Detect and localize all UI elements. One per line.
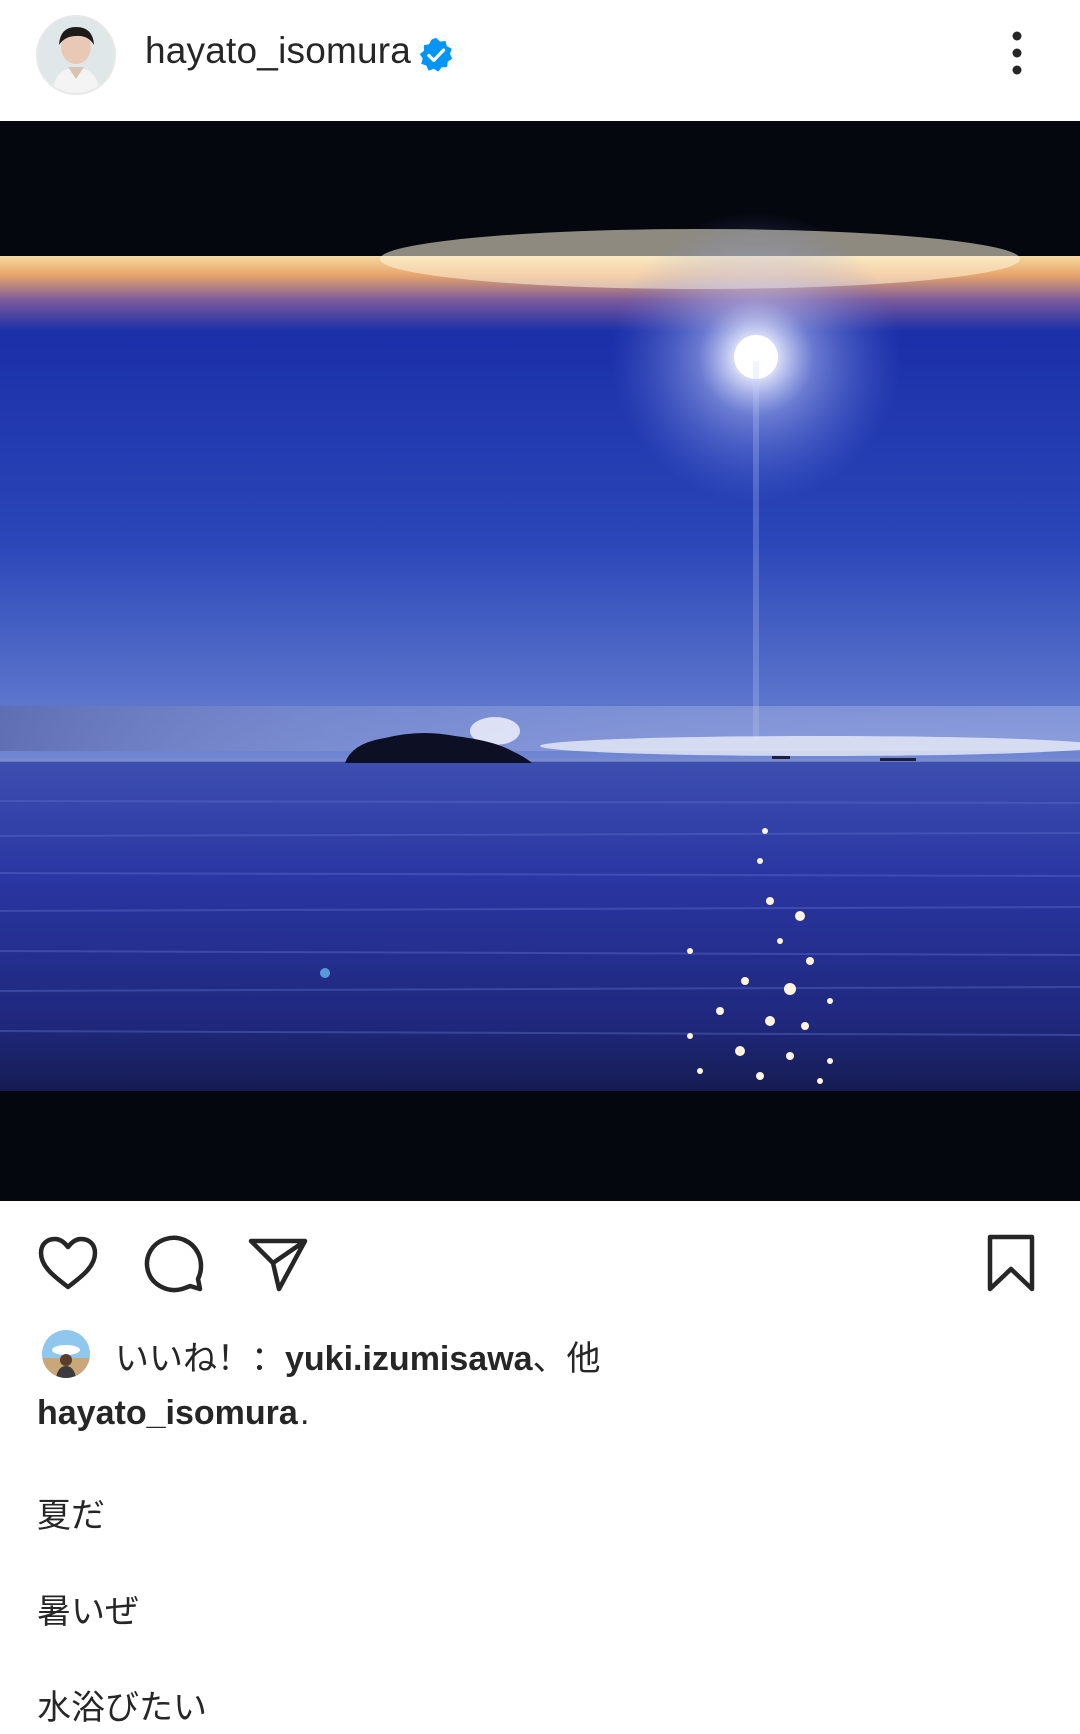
caption-line-3: 水浴びたい (37, 1689, 207, 1727)
caption-username[interactable]: hayato_isomura (37, 1394, 298, 1433)
liker-avatar[interactable] (40, 1328, 92, 1380)
liker-username[interactable]: yuki.izumisawa (285, 1340, 533, 1378)
instagram-post-screen: hayato_isomura いいね！：yuki.izumisawa、他 hay… (0, 0, 1080, 1734)
header-username[interactable]: hayato_isomura (145, 30, 411, 72)
bookmark-icon[interactable] (978, 1231, 1044, 1297)
likes-summary[interactable]: いいね！：yuki.izumisawa、他 (115, 1331, 601, 1380)
verified-badge-icon (419, 37, 453, 72)
post-header: hayato_isomura (0, 0, 1080, 121)
likes-prefix: いいね！： (115, 1340, 285, 1378)
likes-suffix[interactable]: 、他 (533, 1340, 601, 1378)
comment-icon[interactable] (140, 1231, 206, 1297)
caption-line-1: 夏だ (37, 1497, 105, 1535)
heart-icon[interactable] (35, 1231, 101, 1297)
post-photo[interactable] (0, 121, 1080, 1201)
profile-avatar[interactable] (36, 15, 116, 95)
caption-line-2: 暑いぜ (37, 1593, 139, 1631)
post-action-bar (0, 1201, 1080, 1321)
caption-first-line: . (300, 1394, 310, 1432)
send-icon[interactable] (245, 1231, 311, 1297)
more-vertical-icon[interactable] (1000, 28, 1034, 78)
